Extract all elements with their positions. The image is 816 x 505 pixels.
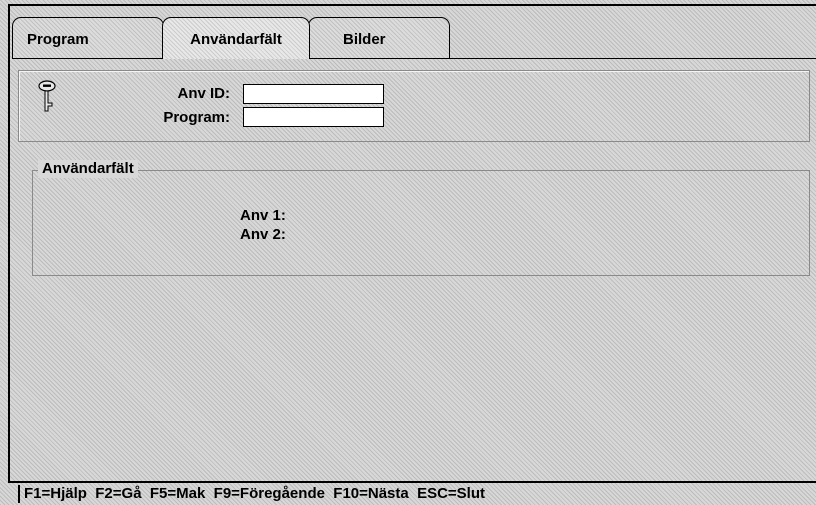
status-bar: F1=Hjälp F2=Gå F5=Mak F9=Föregående F10=…: [18, 485, 816, 503]
anv-id-input[interactable]: [243, 84, 384, 104]
program-input[interactable]: [243, 107, 384, 127]
frame-bottom-divider: [8, 481, 816, 483]
user-fields-group-title: Användarfält: [38, 160, 138, 178]
tab-bilder[interactable]: Bilder: [308, 17, 450, 59]
header-panel: [18, 70, 810, 142]
user-fields-group: [32, 170, 810, 276]
program-label: Program:: [163, 109, 230, 126]
anv-id-label: Anv ID:: [177, 85, 231, 102]
tab-anvandarfalt[interactable]: Användarfält: [162, 17, 310, 59]
key-icon: [38, 80, 56, 112]
anv-2-label: Anv 2:: [240, 226, 286, 243]
tab-program[interactable]: Program: [12, 17, 164, 59]
anv-1-label: Anv 1:: [240, 207, 286, 224]
